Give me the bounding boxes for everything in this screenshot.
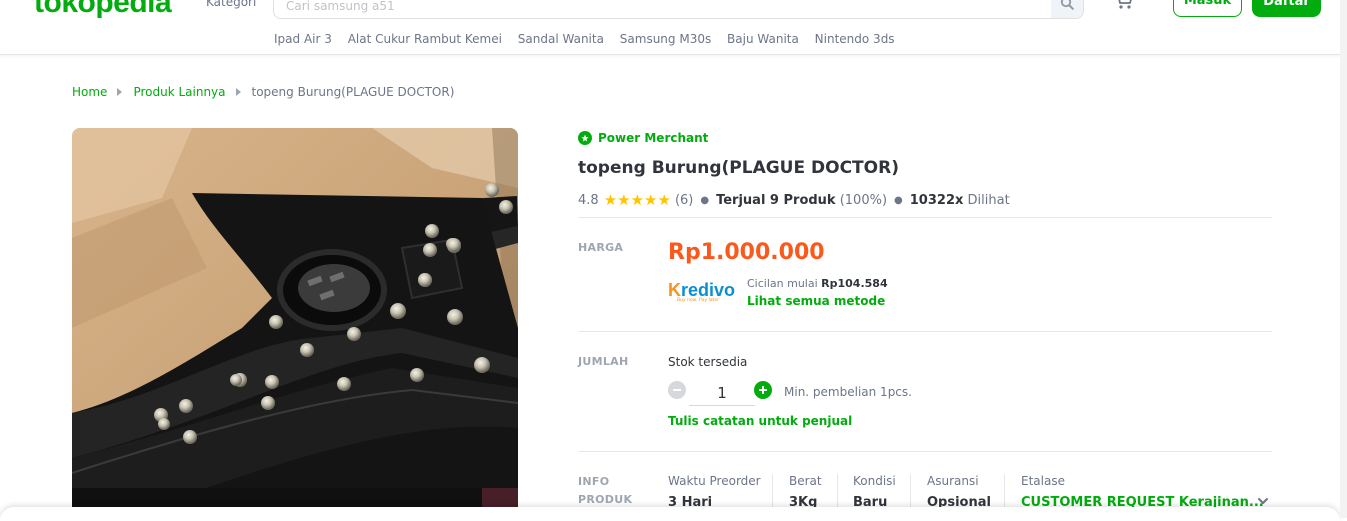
power-merchant-label: Power Merchant bbox=[598, 131, 709, 145]
info-weight-label: Berat bbox=[789, 474, 822, 488]
stock-status: Stok tersedia bbox=[668, 355, 748, 369]
breadcrumb-home[interactable]: Home bbox=[72, 85, 107, 99]
register-button[interactable]: Daftar bbox=[1252, 0, 1321, 17]
power-merchant-icon bbox=[578, 131, 592, 145]
rating-count[interactable]: (6) bbox=[675, 193, 693, 208]
increase-quantity-button[interactable] bbox=[754, 381, 772, 399]
info-etalase-label: Etalase bbox=[1021, 474, 1065, 488]
installment-info: Cicilan mulai Rp104.584 bbox=[747, 277, 888, 290]
write-note-link[interactable]: Tulis catatan untuk penjual bbox=[668, 414, 852, 428]
search-input[interactable] bbox=[274, 0, 1052, 18]
sold-label: Terjual 9 Produk bbox=[716, 192, 836, 208]
popular-search-links: Ipad Air 3 Alat Cukur Rambut Kemei Sanda… bbox=[274, 32, 907, 46]
separator-dot: ● bbox=[894, 194, 903, 206]
divider bbox=[578, 451, 1272, 452]
info-label-line1: INFO bbox=[578, 475, 610, 488]
info-preorder-label: Waktu Preorder bbox=[668, 474, 761, 488]
info-label-line2: PRODUK bbox=[578, 493, 633, 506]
minimum-purchase: Min. pembelian 1pcs. bbox=[784, 385, 912, 399]
search-button[interactable] bbox=[1051, 0, 1083, 18]
minus-icon bbox=[673, 389, 681, 391]
price-label: HARGA bbox=[578, 241, 624, 254]
breadcrumb-category[interactable]: Produk Lainnya bbox=[133, 85, 225, 99]
divider bbox=[578, 331, 1272, 332]
breadcrumb: Home Produk Lainnya topeng Burung(PLAGUE… bbox=[72, 85, 454, 99]
login-button[interactable]: Masuk bbox=[1173, 0, 1242, 17]
cart-icon[interactable] bbox=[1113, 0, 1135, 10]
rating-value: 4.8 bbox=[578, 192, 599, 208]
plus-icon bbox=[759, 386, 767, 394]
quick-link[interactable]: Sandal Wanita bbox=[518, 32, 604, 46]
info-insurance-label: Asuransi bbox=[927, 474, 979, 488]
see-payment-methods-link[interactable]: Lihat semua metode bbox=[747, 294, 885, 308]
views-label: Dilihat bbox=[967, 192, 1010, 208]
info-condition-label: Kondisi bbox=[853, 474, 896, 488]
decrease-quantity-button[interactable] bbox=[668, 381, 686, 399]
quick-link[interactable]: Samsung M30s bbox=[620, 32, 711, 46]
bottom-sticky-bar bbox=[0, 507, 1340, 521]
chevron-down-icon[interactable] bbox=[1257, 496, 1269, 506]
quantity-label: JUMLAH bbox=[578, 355, 629, 368]
quick-link[interactable]: Baju Wanita bbox=[727, 32, 799, 46]
plague-doctor-mask-photo bbox=[72, 128, 518, 518]
top-header: tokopedia Kategori Masuk Daftar Ipad Air… bbox=[0, 0, 1340, 55]
kredivo-logo: Kredivo Buy now, Pay later bbox=[668, 280, 738, 306]
power-merchant-badge: Power Merchant bbox=[578, 131, 708, 145]
divider bbox=[578, 217, 1272, 218]
kredivo-tagline: Buy now, Pay later bbox=[677, 298, 719, 303]
rating-stars-icon: ★★★★★ bbox=[603, 191, 671, 209]
search-icon bbox=[1060, 0, 1074, 10]
quick-link[interactable]: Alat Cukur Rambut Kemei bbox=[348, 32, 502, 46]
quick-link[interactable]: Ipad Air 3 bbox=[274, 32, 332, 46]
product-price: Rp1.000.000 bbox=[668, 240, 825, 265]
views-count: 10322x bbox=[909, 192, 964, 208]
separator-dot: ● bbox=[700, 194, 710, 206]
installment-amount: Rp104.584 bbox=[821, 277, 888, 290]
quick-link[interactable]: Nintendo 3ds bbox=[815, 32, 895, 46]
search-bar bbox=[273, 0, 1084, 19]
quantity-input[interactable] bbox=[689, 380, 755, 406]
kredivo-k-icon: K bbox=[668, 280, 681, 300]
product-image[interactable] bbox=[72, 128, 518, 518]
product-title: topeng Burung(PLAGUE DOCTOR) bbox=[578, 158, 899, 178]
page-scrollbar[interactable] bbox=[1340, 0, 1347, 518]
breadcrumb-separator-icon bbox=[117, 88, 123, 96]
product-stats: 4.8 ★★★★★ (6) ● Terjual 9 Produk (100%) … bbox=[578, 191, 1010, 209]
sold-percentage: (100%) bbox=[839, 192, 888, 208]
breadcrumb-current: topeng Burung(PLAGUE DOCTOR) bbox=[251, 85, 455, 99]
kategori-menu[interactable]: Kategori bbox=[206, 0, 256, 9]
installment-prefix: Cicilan mulai bbox=[747, 277, 818, 290]
tokopedia-logo[interactable]: tokopedia bbox=[34, 0, 172, 20]
breadcrumb-separator-icon bbox=[235, 88, 241, 96]
